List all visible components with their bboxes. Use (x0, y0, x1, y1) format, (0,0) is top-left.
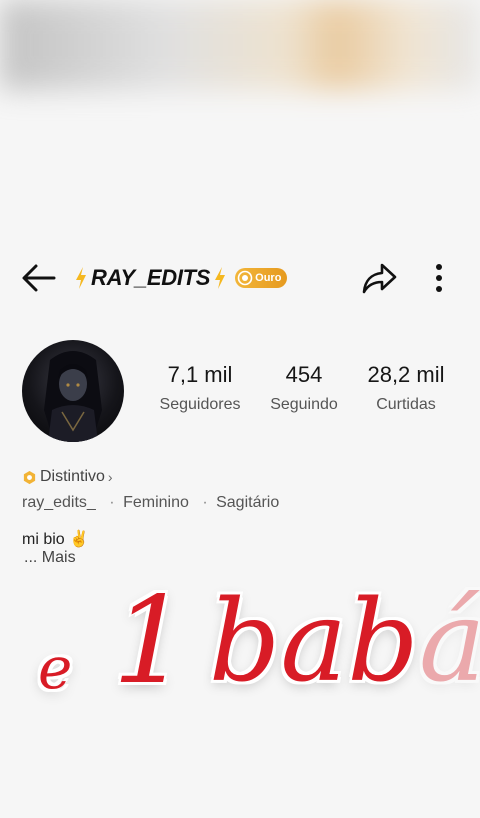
profile-gender: Feminino (123, 494, 189, 511)
caption-word-2: 1 (112, 572, 189, 711)
separator-dot: · (202, 494, 208, 511)
avatar-character-illustration (44, 351, 102, 442)
profile-title: RAY_EDITS Ouro (74, 263, 288, 293)
lightning-icon (76, 267, 86, 289)
followers-count: 7,1 mil (167, 362, 233, 387)
likes-label: Curtidas (376, 396, 436, 413)
profile-bio: mi bio ✌️ (22, 531, 90, 548)
likes-count: 28,2 mil (367, 362, 445, 387)
distintivo-link[interactable]: Distintivo › (22, 468, 113, 486)
more-options-icon[interactable] (426, 262, 452, 294)
stat-followers[interactable]: 7,1 mil Seguidores (150, 362, 250, 414)
badge-hexagon-icon (23, 470, 36, 484)
following-label: Seguindo (270, 396, 338, 413)
stat-likes[interactable]: 28,2 mil Curtidas (360, 362, 452, 414)
back-arrow-icon[interactable] (20, 260, 58, 296)
profile-sign: Sagitário (216, 494, 280, 511)
separator-dot: · (109, 494, 115, 511)
stat-following[interactable]: 454 Seguindo (260, 362, 348, 414)
caption-word-1: e (38, 634, 73, 702)
profile-meta: ray_edits_ · Feminino · Sagitário (22, 494, 283, 512)
blurred-background-strip (0, 0, 480, 90)
chevron-right-icon: › (107, 469, 113, 485)
video-caption-overlay: e 1 babá (38, 562, 480, 711)
profile-stats: 7,1 mil Seguidores 454 Seguindo 28,2 mil… (150, 362, 460, 422)
gold-badge[interactable]: Ouro (235, 268, 288, 288)
distintivo-label: Distintivo (40, 468, 105, 485)
profile-header: RAY_EDITS Ouro (0, 252, 480, 304)
caption-word-3-main: bab (208, 577, 419, 707)
badge-label: Ouro (255, 272, 282, 284)
following-count: 454 (285, 362, 323, 387)
profile-handle: ray_edits_ (22, 494, 96, 511)
followers-label: Seguidores (159, 396, 241, 413)
caption-word-3-fade: á (418, 577, 480, 707)
lightning-icon (215, 267, 226, 289)
caption-word-3: babá (209, 582, 480, 702)
share-icon[interactable] (360, 261, 398, 295)
profile-username-title: RAY_EDITS (91, 265, 211, 290)
avatar[interactable] (22, 340, 124, 442)
badge-medal-icon (237, 270, 253, 286)
